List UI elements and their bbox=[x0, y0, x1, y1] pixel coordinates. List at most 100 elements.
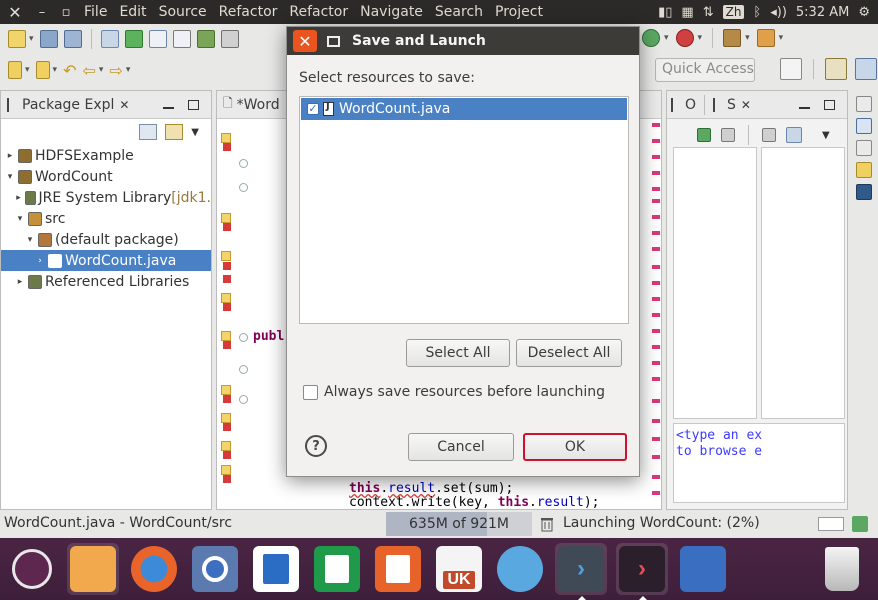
new-java-project-icon[interactable] bbox=[723, 29, 742, 47]
ruler-error-marker[interactable] bbox=[652, 199, 660, 203]
console-icon[interactable] bbox=[856, 184, 872, 200]
code-line-public[interactable]: publ bbox=[253, 329, 284, 344]
warning-marker-icon[interactable] bbox=[221, 441, 231, 451]
error-marker-icon[interactable] bbox=[223, 423, 231, 431]
javadoc-icon[interactable] bbox=[856, 118, 872, 134]
menu-navigate[interactable]: Navigate bbox=[354, 4, 429, 20]
dock-word[interactable] bbox=[250, 543, 302, 595]
tree-item[interactable]: ▸ JRE System Library [jdk1. bbox=[1, 187, 211, 208]
menu-source[interactable]: Source bbox=[153, 4, 213, 20]
resource-checkbox[interactable]: ✓ bbox=[307, 103, 319, 115]
menu-project[interactable]: Project bbox=[489, 4, 549, 20]
trash-icon[interactable] bbox=[540, 516, 554, 532]
close-tab-icon[interactable]: ✕ bbox=[119, 98, 129, 112]
open-perspective-icon[interactable] bbox=[780, 58, 802, 80]
menu-edit[interactable]: Edit bbox=[113, 4, 152, 20]
dock-workspaces[interactable] bbox=[677, 543, 729, 595]
minimize-icon[interactable] bbox=[163, 106, 174, 109]
dropdown-arrow-icon[interactable]: ▾ bbox=[126, 65, 131, 75]
ruler-error-marker[interactable] bbox=[652, 187, 660, 191]
error-marker-icon[interactable] bbox=[223, 451, 231, 459]
dock-trash[interactable] bbox=[816, 543, 868, 595]
ruler-error-marker[interactable] bbox=[652, 475, 660, 479]
ok-button[interactable]: OK bbox=[523, 433, 627, 461]
fold-toggle-icon[interactable] bbox=[239, 183, 248, 192]
expand-toggle-icon[interactable]: ▸ bbox=[15, 277, 25, 287]
dock-vscode[interactable]: › bbox=[555, 543, 607, 600]
fold-toggle-icon[interactable] bbox=[239, 159, 248, 168]
menu-refactor-2[interactable]: Refactor bbox=[283, 4, 354, 20]
ruler-error-marker[interactable] bbox=[652, 437, 660, 441]
view-menu-icon[interactable]: ▼ bbox=[822, 130, 830, 141]
warning-marker-icon[interactable] bbox=[221, 251, 231, 261]
map-reduce-locations-icon[interactable] bbox=[856, 162, 872, 178]
code-line-context-write[interactable]: context.write(key, this.result); bbox=[349, 495, 599, 509]
deselect-all-button[interactable]: Deselect All bbox=[516, 339, 622, 367]
ruler-error-marker[interactable] bbox=[652, 265, 660, 269]
network-icon[interactable]: ⇅ bbox=[703, 5, 714, 20]
ruler-error-marker[interactable] bbox=[652, 377, 660, 381]
help-icon[interactable]: ? bbox=[305, 435, 327, 457]
external-tools-icon[interactable] bbox=[675, 29, 694, 47]
tree-item[interactable]: ▾ WordCount bbox=[1, 166, 211, 187]
error-marker-icon[interactable] bbox=[223, 275, 231, 283]
warning-marker-icon[interactable] bbox=[221, 331, 231, 341]
remove-icon[interactable] bbox=[721, 128, 735, 142]
fold-toggle-icon[interactable] bbox=[239, 333, 248, 342]
view-menu-icon[interactable]: ▼ bbox=[191, 127, 199, 138]
minimize-icon[interactable] bbox=[799, 106, 810, 109]
filter-icon[interactable] bbox=[762, 128, 776, 142]
ruler-error-marker[interactable] bbox=[652, 215, 660, 219]
ruler-error-marker[interactable] bbox=[652, 313, 660, 317]
dock-files[interactable] bbox=[67, 543, 119, 595]
menu-search[interactable]: Search bbox=[429, 4, 489, 20]
expand-toggle-icon[interactable]: ▾ bbox=[15, 214, 25, 224]
always-save-checkbox-row[interactable]: Always save resources before launching bbox=[303, 384, 605, 400]
warning-marker-icon[interactable] bbox=[221, 213, 231, 223]
menu-file[interactable]: File bbox=[78, 4, 113, 20]
dock-ubuntu-launcher[interactable] bbox=[6, 543, 58, 595]
heap-status[interactable]: 635M of 921M bbox=[386, 512, 532, 536]
ruler-error-marker[interactable] bbox=[652, 247, 660, 251]
next-annotation-icon[interactable] bbox=[8, 61, 22, 79]
dock-chromium[interactable] bbox=[189, 543, 241, 595]
expand-toggle-icon[interactable]: ▾ bbox=[25, 235, 35, 245]
dock-remmina[interactable] bbox=[494, 543, 546, 595]
menu-refactor[interactable]: Refactor bbox=[213, 4, 284, 20]
dock-firefox[interactable] bbox=[128, 543, 180, 595]
ruler-error-marker[interactable] bbox=[652, 399, 660, 403]
close-tab-icon[interactable]: ✕ bbox=[741, 98, 751, 112]
tab-task-list[interactable]: S bbox=[727, 97, 736, 113]
warning-marker-icon[interactable] bbox=[221, 385, 231, 395]
ruler-error-marker[interactable] bbox=[652, 123, 660, 127]
save-all-icon[interactable] bbox=[63, 30, 82, 48]
expand-toggle-icon[interactable]: ▾ bbox=[5, 172, 15, 182]
ruler-error-marker[interactable] bbox=[652, 491, 660, 495]
toggle-mark-icon[interactable] bbox=[124, 30, 143, 48]
tab-package-explorer[interactable]: Package Expl ✕ bbox=[7, 97, 129, 113]
save-icon[interactable] bbox=[39, 30, 58, 48]
editor-tab-wordcount[interactable]: *Word bbox=[237, 97, 280, 113]
dock-terminal[interactable]: › bbox=[616, 543, 668, 600]
always-save-checkbox[interactable] bbox=[303, 384, 318, 400]
error-marker-icon[interactable] bbox=[223, 143, 231, 151]
collapse-all-icon[interactable] bbox=[139, 124, 158, 140]
link-with-editor-icon[interactable] bbox=[165, 124, 184, 140]
dropdown-arrow-icon[interactable]: ▾ bbox=[29, 34, 34, 44]
tree-item[interactable]: › WordCount.java bbox=[1, 250, 211, 271]
quick-access-input[interactable]: Quick Access bbox=[655, 58, 755, 82]
ruler-error-marker[interactable] bbox=[652, 139, 660, 143]
back-arrow-icon[interactable]: ⇦ bbox=[82, 61, 95, 80]
search-icon[interactable] bbox=[220, 30, 239, 48]
dropdown-arrow-icon[interactable]: ▾ bbox=[664, 33, 669, 43]
window-minimize-icon[interactable]: – bbox=[30, 5, 54, 20]
ruler-error-marker[interactable] bbox=[652, 455, 660, 459]
outline-filter-input[interactable]: <type an ex to browse e bbox=[673, 423, 845, 503]
last-edit-icon[interactable]: ↶ bbox=[63, 61, 76, 80]
ruler-error-marker[interactable] bbox=[652, 297, 660, 301]
ruler-error-marker[interactable] bbox=[652, 419, 660, 423]
overview-ruler[interactable] bbox=[651, 119, 661, 509]
maximize-icon[interactable] bbox=[824, 99, 835, 110]
dropdown-arrow-icon[interactable]: ▾ bbox=[745, 33, 750, 43]
error-marker-icon[interactable] bbox=[223, 223, 231, 231]
